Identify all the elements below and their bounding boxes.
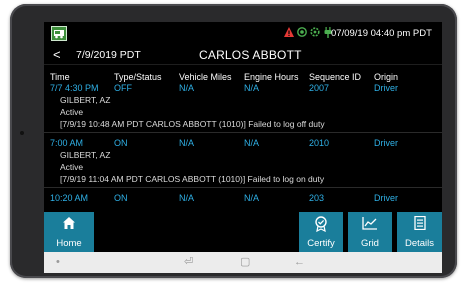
- log-header: < 7/9/2019 PDT CARLOS ABBOTT: [44, 46, 442, 65]
- certify-icon: [315, 216, 327, 232]
- row-location: GILBERT, AZ: [60, 150, 111, 160]
- certify-button[interactable]: Certify: [299, 212, 343, 252]
- details-button[interactable]: Details: [397, 212, 442, 252]
- row-time: 7:00 AM: [50, 138, 84, 148]
- row-miles: N/A: [179, 193, 195, 203]
- row-hours: N/A: [244, 193, 260, 203]
- row-time: 7/7 4:30 PM: [50, 83, 99, 93]
- warning-icon[interactable]: [284, 27, 294, 37]
- row-origin: Driver: [374, 193, 398, 203]
- row-origin: Driver: [374, 138, 398, 148]
- android-nav-bar: • ⏎ ▢ ←: [44, 252, 442, 273]
- grid-label: Grid: [361, 238, 379, 249]
- camera-dot: [20, 131, 24, 135]
- home-icon: [63, 217, 75, 229]
- row-miles: N/A: [179, 138, 195, 148]
- row-divider: [44, 187, 442, 188]
- status-datetime: 07/09/19 04:40 pm PDT: [331, 28, 432, 39]
- row-status: Active: [60, 162, 84, 172]
- column-header-time: Time: [50, 72, 70, 82]
- row-status: Active: [60, 107, 84, 117]
- row-sequence: 2007: [309, 83, 330, 93]
- column-header-type: Type/Status: [114, 72, 162, 82]
- row-divider: [44, 132, 442, 133]
- app-logo-icon[interactable]: [51, 26, 67, 41]
- log-date: 7/9/2019 PDT: [76, 49, 141, 61]
- row-time: 10:20 AM: [50, 193, 89, 203]
- grid-button[interactable]: Grid: [348, 212, 392, 252]
- home-label: Home: [56, 238, 82, 249]
- nav-home-icon[interactable]: ▢: [240, 255, 250, 269]
- column-header-hours: Engine Hours: [244, 72, 299, 82]
- home-button[interactable]: Home: [44, 212, 94, 252]
- row-type: OFF: [114, 83, 132, 93]
- column-header-sequence: Sequence ID: [309, 72, 362, 82]
- status-bar: 07/09/19 04:40 pm PDT: [44, 22, 442, 46]
- column-header-origin: Origin: [374, 72, 399, 82]
- recent-apps-icon[interactable]: ⏎: [184, 255, 193, 269]
- row-hours: N/A: [244, 83, 260, 93]
- back-button[interactable]: <: [53, 47, 61, 63]
- bottom-nav: Home Certify Grid Details: [44, 212, 442, 252]
- row-note: [7/9/19 11:04 AM PDT CARLOS ABBOTT (1010…: [60, 174, 325, 184]
- column-header-miles: Vehicle Miles: [179, 72, 232, 82]
- row-type: ON: [114, 193, 128, 203]
- nav-dot-icon[interactable]: •: [56, 255, 60, 269]
- row-hours: N/A: [244, 138, 260, 148]
- row-origin: Driver: [374, 83, 398, 93]
- row-location: GILBERT, AZ: [60, 95, 111, 105]
- document-icon: [413, 216, 426, 230]
- row-sequence: 2010: [309, 138, 330, 148]
- driver-name: CARLOS ABBOTT: [199, 48, 302, 62]
- row-sequence: 203: [309, 193, 325, 203]
- line-chart-icon: [362, 217, 377, 230]
- tablet-frame: 07/09/19 04:40 pm PDT < 7/9/2019 PDT CAR…: [10, 4, 457, 278]
- screen: 07/09/19 04:40 pm PDT < 7/9/2019 PDT CAR…: [44, 22, 442, 273]
- row-miles: N/A: [179, 83, 195, 93]
- details-label: Details: [404, 238, 435, 249]
- certify-label: Certify: [307, 238, 335, 249]
- location-icon[interactable]: [297, 27, 307, 37]
- settings-icon[interactable]: [310, 27, 320, 37]
- nav-back-icon[interactable]: ←: [294, 255, 305, 269]
- row-note: [7/9/19 10:48 AM PDT CARLOS ABBOTT (1010…: [60, 119, 325, 129]
- row-type: ON: [114, 138, 128, 148]
